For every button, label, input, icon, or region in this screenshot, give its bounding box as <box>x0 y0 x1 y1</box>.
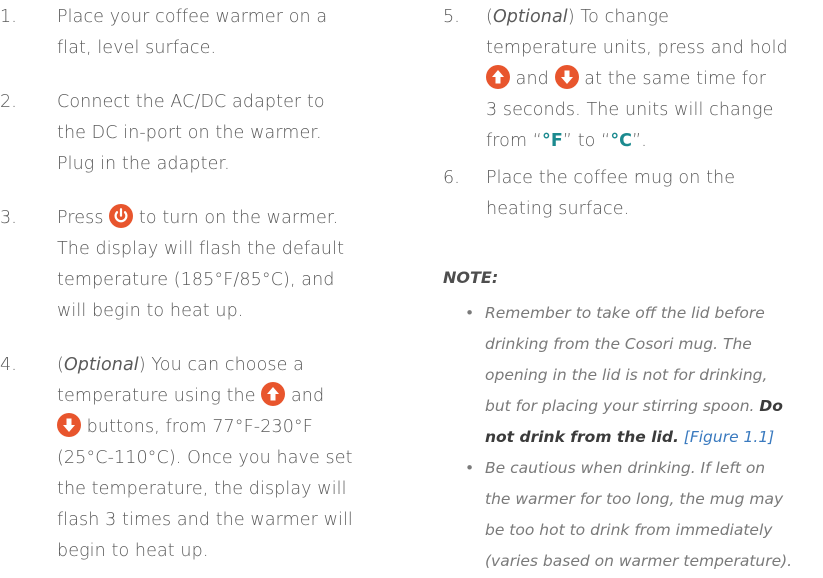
step-number: 3. <box>0 208 17 228</box>
step-text: at the same time for <box>584 69 767 89</box>
step-number: 6. <box>443 168 460 188</box>
note-text: opening in the lid is not for drinking, <box>485 366 768 384</box>
step-text: Press <box>57 208 104 228</box>
step-text: The display will flash the default <box>57 239 345 259</box>
step-text: and <box>290 386 325 406</box>
step-number: 4. <box>0 355 17 375</box>
fahrenheit-unit: °F <box>541 131 563 151</box>
step-text: ” to “ <box>562 131 611 151</box>
step-text: to turn on the warmer. <box>138 208 339 228</box>
step-text: (25°C-110°C). Once you have set <box>57 448 353 468</box>
step-text: ( <box>486 7 493 27</box>
down-arrow-icon <box>554 65 579 89</box>
note-emphasis: Do <box>759 397 783 415</box>
note-heading: NOTE: <box>443 268 499 287</box>
step-text: temperature using the <box>57 386 256 406</box>
step-number: 1. <box>0 7 17 27</box>
note-text: the warmer for too long, the mug may <box>485 490 784 508</box>
step-text: 3 seconds. The units will change <box>486 100 774 120</box>
bullet-dot-icon: • <box>465 304 475 322</box>
step-text: and <box>515 69 549 89</box>
step-number: 5. <box>443 7 460 27</box>
up-arrow-icon <box>486 65 510 89</box>
note-text: (varies based on warmer temperature). <box>485 552 793 570</box>
step-text: ( <box>57 355 64 375</box>
step-text: Connect the AC/DC adapter to <box>57 92 325 112</box>
step-text: buttons, from 77°F-230°F <box>86 417 313 437</box>
step-text: Plug in the adapter. <box>57 154 230 174</box>
note-emphasis: not drink from the lid. <box>485 428 679 446</box>
step-text: flat, level surface. <box>57 38 217 58</box>
optional-label: Optional <box>492 7 568 27</box>
step-number: 2. <box>0 92 17 112</box>
bullet-dot-icon: • <box>465 459 475 477</box>
optional-label: Optional <box>63 355 139 375</box>
step-text: will begin to heat up. <box>57 301 244 321</box>
note-text: Be cautious when drinking. If left on <box>485 459 766 477</box>
step-text: Place your coffee warmer on a <box>57 7 328 27</box>
step-text: the temperature, the display will <box>57 479 347 499</box>
note-bullet: • Be cautious when drinking. If left on … <box>465 453 823 577</box>
figure-reference-link[interactable]: [Figure 1.1] <box>684 428 774 446</box>
step-text: ”. <box>632 131 647 151</box>
step-text: temperature units, press and hold <box>486 38 788 58</box>
step-text: begin to heat up. <box>57 541 209 561</box>
step-text: Place the coffee mug on the <box>486 168 736 188</box>
celsius-unit: °C <box>610 131 633 151</box>
step-text: heating surface. <box>486 199 630 219</box>
step-text: from “ <box>486 131 542 151</box>
note-text: but for placing your stirring spoon. <box>485 397 760 415</box>
step-text: temperature (185°F/85°C), and <box>57 270 335 290</box>
power-icon <box>109 204 134 228</box>
note-list: • Remember to take off the lid before dr… <box>465 298 823 577</box>
step-text: ) To change <box>567 7 670 27</box>
note-bullet: • Remember to take off the lid before dr… <box>465 298 823 453</box>
step-text: flash 3 times and the warmer will <box>57 510 353 530</box>
down-arrow-icon <box>57 413 81 437</box>
note-text: be too hot to drink from immediately <box>485 521 773 539</box>
step-text: the DC in-port on the warmer. <box>57 123 322 143</box>
note-text: drinking from the Cosori mug. The <box>485 335 752 353</box>
up-arrow-icon <box>261 382 286 406</box>
step-text: ) You can choose a <box>138 355 304 375</box>
note-text: Remember to take off the lid before <box>485 304 765 322</box>
